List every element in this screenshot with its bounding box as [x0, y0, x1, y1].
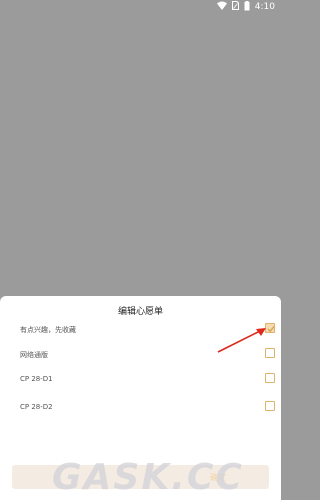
wishlist-option[interactable]: CP 28-D1: [0, 369, 281, 393]
status-bar: 4:10: [0, 0, 281, 14]
option-checkbox[interactable]: [265, 373, 275, 383]
option-checkbox[interactable]: [265, 401, 275, 411]
option-label: 有点兴趣，先收藏: [20, 326, 76, 334]
option-label: CP 28-D1: [20, 375, 53, 383]
annotation-arrow-icon: [217, 328, 266, 353]
sim-icon: [231, 1, 239, 13]
option-label: CP 28-D2: [20, 403, 53, 411]
option-label: 网络通版: [20, 351, 48, 359]
wifi-icon: [216, 1, 227, 13]
battery-icon: [244, 0, 250, 14]
status-icons: 4:10: [216, 0, 275, 14]
status-time: 4:10: [254, 2, 275, 12]
watermark: GASK.CC: [52, 457, 244, 498]
sheet-title: 编辑心愿单: [117, 307, 163, 317]
wishlist-option[interactable]: CP 28-D2: [0, 397, 281, 421]
